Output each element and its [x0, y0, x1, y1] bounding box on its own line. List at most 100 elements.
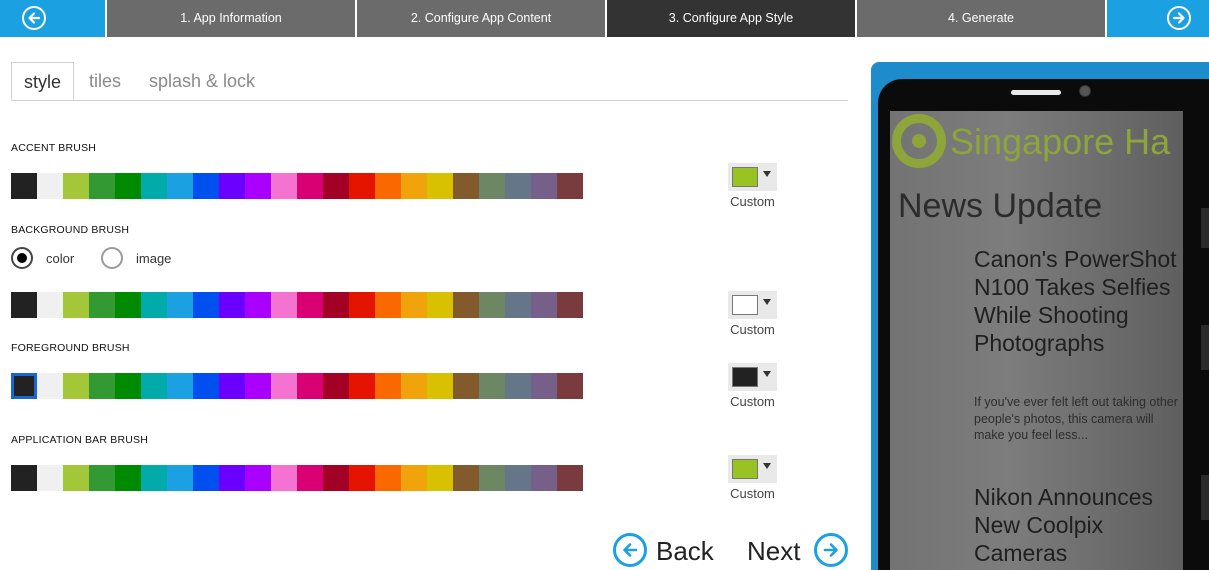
step-generate[interactable]: 4. Generate	[857, 0, 1105, 37]
color-swatch[interactable]	[427, 173, 453, 199]
color-swatch[interactable]	[63, 173, 89, 199]
color-swatch[interactable]	[167, 465, 193, 491]
color-swatch[interactable]	[63, 465, 89, 491]
color-swatch[interactable]	[11, 465, 37, 491]
color-swatch[interactable]	[505, 465, 531, 491]
wizard-forward-button[interactable]	[1107, 0, 1209, 37]
color-swatch[interactable]	[297, 465, 323, 491]
color-swatch[interactable]	[11, 373, 37, 399]
color-swatch[interactable]	[271, 465, 297, 491]
background-color-radio[interactable]	[11, 247, 33, 269]
color-swatch[interactable]	[297, 373, 323, 399]
background-color-picker[interactable]	[728, 291, 777, 319]
color-swatch[interactable]	[89, 373, 115, 399]
color-swatch[interactable]	[375, 373, 401, 399]
color-swatch[interactable]	[401, 173, 427, 199]
color-swatch[interactable]	[453, 465, 479, 491]
color-swatch[interactable]	[219, 465, 245, 491]
back-button[interactable]: Back	[613, 533, 714, 570]
color-swatch[interactable]	[63, 373, 89, 399]
color-swatch[interactable]	[349, 292, 375, 318]
color-swatch[interactable]	[271, 292, 297, 318]
color-swatch[interactable]	[193, 465, 219, 491]
color-swatch[interactable]	[505, 292, 531, 318]
color-swatch[interactable]	[63, 292, 89, 318]
color-swatch[interactable]	[427, 465, 453, 491]
color-swatch[interactable]	[219, 373, 245, 399]
background-image-radio[interactable]	[101, 247, 123, 269]
color-swatch[interactable]	[89, 465, 115, 491]
color-swatch[interactable]	[167, 173, 193, 199]
color-swatch[interactable]	[479, 173, 505, 199]
color-swatch[interactable]	[141, 292, 167, 318]
color-swatch[interactable]	[349, 173, 375, 199]
color-swatch[interactable]	[427, 292, 453, 318]
color-swatch[interactable]	[479, 292, 505, 318]
color-swatch[interactable]	[557, 373, 583, 399]
color-swatch[interactable]	[427, 373, 453, 399]
color-swatch[interactable]	[245, 173, 271, 199]
color-swatch[interactable]	[531, 292, 557, 318]
color-swatch[interactable]	[271, 173, 297, 199]
color-swatch[interactable]	[323, 465, 349, 491]
color-swatch[interactable]	[531, 173, 557, 199]
color-swatch[interactable]	[193, 292, 219, 318]
color-swatch[interactable]	[115, 173, 141, 199]
color-swatch[interactable]	[89, 292, 115, 318]
color-swatch[interactable]	[89, 173, 115, 199]
color-swatch[interactable]	[453, 173, 479, 199]
color-swatch[interactable]	[531, 465, 557, 491]
wizard-back-button[interactable]	[0, 0, 105, 37]
color-swatch[interactable]	[479, 465, 505, 491]
color-swatch[interactable]	[115, 465, 141, 491]
color-swatch[interactable]	[323, 173, 349, 199]
color-swatch[interactable]	[557, 465, 583, 491]
color-swatch[interactable]	[141, 373, 167, 399]
color-swatch[interactable]	[219, 292, 245, 318]
step-configure-app-content[interactable]: 2. Configure App Content	[357, 0, 605, 37]
color-swatch[interactable]	[323, 292, 349, 318]
color-swatch[interactable]	[375, 465, 401, 491]
color-swatch[interactable]	[557, 173, 583, 199]
step-app-information[interactable]: 1. App Information	[107, 0, 355, 37]
color-swatch[interactable]	[479, 373, 505, 399]
color-swatch[interactable]	[193, 373, 219, 399]
color-swatch[interactable]	[115, 373, 141, 399]
color-swatch[interactable]	[167, 292, 193, 318]
tab-splash-lock[interactable]: splash & lock	[149, 62, 255, 100]
color-swatch[interactable]	[167, 373, 193, 399]
color-swatch[interactable]	[141, 173, 167, 199]
color-swatch[interactable]	[401, 292, 427, 318]
color-swatch[interactable]	[505, 173, 531, 199]
color-swatch[interactable]	[245, 373, 271, 399]
color-swatch[interactable]	[37, 292, 63, 318]
next-button[interactable]: Next	[747, 533, 848, 570]
color-swatch[interactable]	[11, 173, 37, 199]
appbar-color-picker[interactable]	[728, 455, 777, 483]
tab-tiles[interactable]: tiles	[89, 62, 121, 100]
color-swatch[interactable]	[37, 173, 63, 199]
color-swatch[interactable]	[531, 373, 557, 399]
color-swatch[interactable]	[453, 292, 479, 318]
color-swatch[interactable]	[115, 292, 141, 318]
color-swatch[interactable]	[297, 173, 323, 199]
color-swatch[interactable]	[37, 465, 63, 491]
color-swatch[interactable]	[245, 465, 271, 491]
color-swatch[interactable]	[557, 292, 583, 318]
color-swatch[interactable]	[271, 373, 297, 399]
color-swatch[interactable]	[193, 173, 219, 199]
color-swatch[interactable]	[401, 373, 427, 399]
color-swatch[interactable]	[37, 373, 63, 399]
accent-color-picker[interactable]	[728, 163, 777, 191]
color-swatch[interactable]	[141, 465, 167, 491]
color-swatch[interactable]	[245, 292, 271, 318]
color-swatch[interactable]	[375, 173, 401, 199]
color-swatch[interactable]	[11, 292, 37, 318]
color-swatch[interactable]	[297, 292, 323, 318]
color-swatch[interactable]	[349, 465, 375, 491]
color-swatch[interactable]	[323, 373, 349, 399]
color-swatch[interactable]	[219, 173, 245, 199]
foreground-color-picker[interactable]	[728, 363, 777, 391]
color-swatch[interactable]	[453, 373, 479, 399]
step-configure-app-style[interactable]: 3. Configure App Style	[607, 0, 855, 37]
